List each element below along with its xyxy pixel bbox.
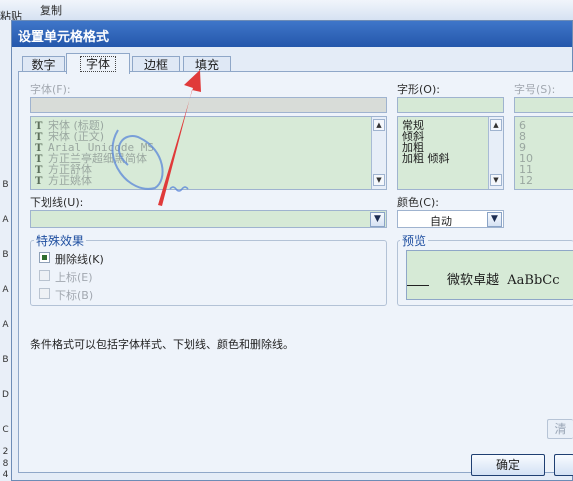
font-listbox[interactable]: T 宋体 (标题) T 宋体 (正文) T Arial Unicode MS T 方正兰… (30, 116, 387, 190)
column-label: A (2, 215, 9, 225)
color-label: 颜色(C): (397, 196, 439, 209)
style-label: 字形(O): (397, 83, 440, 96)
row-number: 4 (2, 470, 9, 480)
preview-title: 预览 (400, 232, 429, 249)
row-number: 8 (2, 459, 9, 469)
size-input[interactable] (514, 97, 573, 113)
tab-label: 字体 (79, 56, 116, 72)
font-name-input[interactable] (30, 97, 387, 113)
underline-dropdown[interactable]: ▼ (30, 210, 387, 228)
tab-font[interactable]: 字体 (66, 53, 130, 74)
scroll-down-icon[interactable]: ▼ (373, 174, 385, 186)
scroll-up-icon[interactable]: ▲ (490, 119, 502, 131)
ribbon-strip: 复制 (0, 0, 573, 21)
underline-label: 下划线(U): (30, 196, 84, 209)
format-cells-dialog: 设置单元格格式 数字 字体 边框 填充 字体(F): T 宋体 (标题) T 宋体 … (11, 20, 573, 481)
effects-title: 特殊效果 (34, 232, 87, 249)
column-label: B (2, 250, 9, 260)
column-label: A (2, 320, 9, 330)
column-label: C (2, 425, 9, 435)
style-input[interactable] (397, 97, 504, 113)
chevron-down-icon[interactable]: ▼ (487, 212, 502, 227)
color-value: 自动 (430, 215, 452, 228)
color-dropdown[interactable]: 自动 ▼ (397, 210, 504, 228)
column-label: B (2, 355, 9, 365)
size-listbox[interactable]: 6 8 9 10 11 12 (514, 116, 573, 190)
preview-text: 微软卓越 AaBbCc (447, 273, 560, 288)
superscript-label[interactable]: 上标(E) (55, 269, 93, 285)
dialog-titlebar[interactable]: 设置单元格格式 (12, 21, 572, 47)
preview-box: 微软卓越 AaBbCc (406, 250, 573, 300)
clear-button[interactable]: 清 (547, 419, 573, 439)
tab-label: 填充 (194, 58, 219, 72)
font-list-scrollbar[interactable]: ▲ ▼ (371, 117, 386, 189)
column-label: B (2, 180, 9, 190)
cancel-button[interactable] (554, 454, 573, 476)
truetype-icon: T (35, 176, 43, 187)
style-listbox[interactable]: 常规 倾斜 加粗 加粗 倾斜 ▲ ▼ (397, 116, 504, 190)
scroll-down-icon[interactable]: ▼ (490, 174, 502, 186)
conditional-format-note: 条件格式可以包括字体样式、下划线、颜色和删除线。 (30, 338, 294, 351)
column-label: A (2, 285, 9, 295)
tab-label: 边框 (143, 58, 168, 72)
style-list-scrollbar[interactable]: ▲ ▼ (488, 117, 503, 189)
font-label: 字体(F): (30, 83, 71, 96)
list-item[interactable]: 加粗 倾斜 (402, 153, 450, 164)
ok-button[interactable]: 确定 (471, 454, 545, 476)
copy-button[interactable]: 复制 (40, 2, 62, 18)
row-number: 2 (2, 447, 9, 457)
chevron-down-icon[interactable]: ▼ (370, 212, 385, 227)
column-label: D (2, 390, 9, 400)
size-label: 字号(S): (514, 83, 556, 96)
list-item[interactable]: T 方正姚体 (35, 175, 92, 187)
strikethrough-label[interactable]: 删除线(K) (55, 251, 104, 267)
list-item[interactable]: 12 (519, 175, 533, 186)
subscript-checkbox[interactable] (39, 288, 50, 299)
superscript-checkbox[interactable] (39, 270, 50, 281)
subscript-label[interactable]: 下标(B) (55, 287, 93, 303)
dialog-title: 设置单元格格式 (18, 30, 110, 45)
tab-label: 数字 (31, 58, 56, 72)
preview-baseline (407, 285, 429, 286)
scroll-up-icon[interactable]: ▲ (373, 119, 385, 131)
strikethrough-checkbox[interactable] (39, 252, 50, 263)
